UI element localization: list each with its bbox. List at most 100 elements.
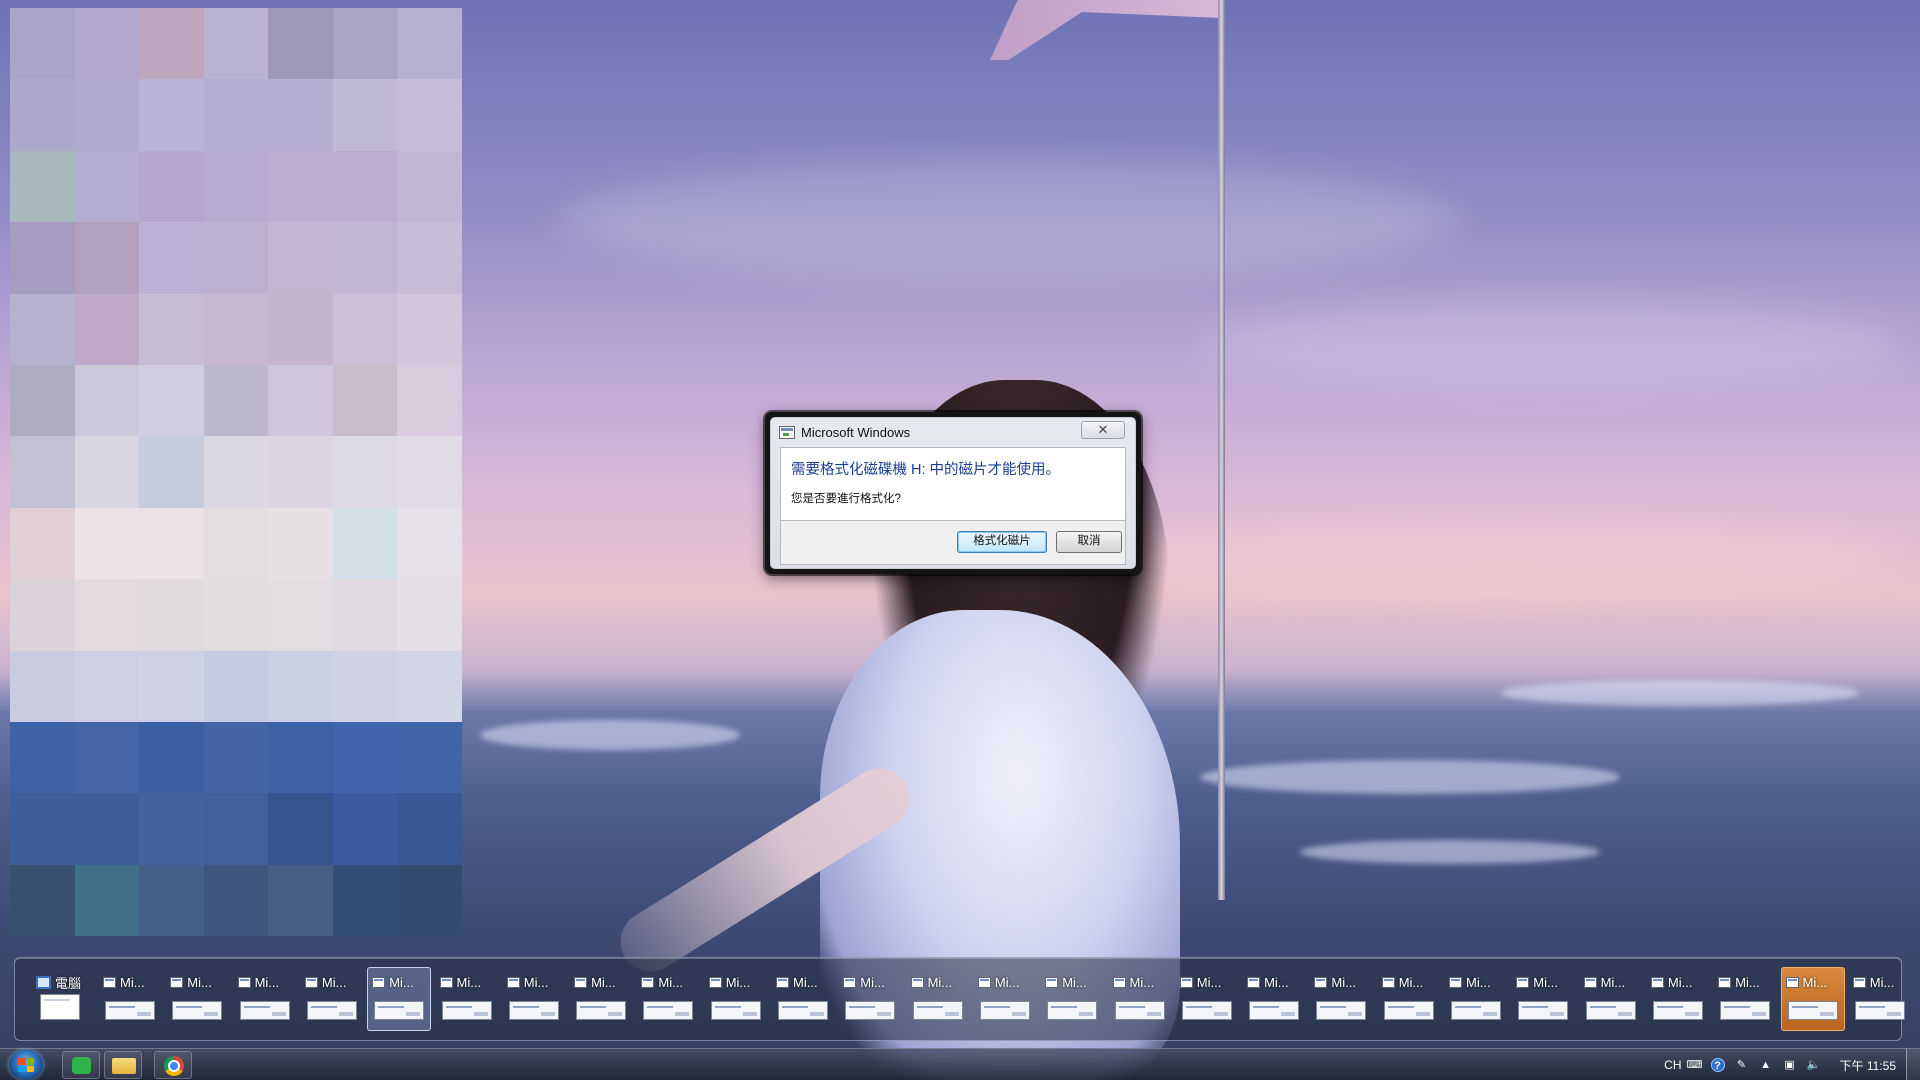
thumbnail-window[interactable]: Mi... xyxy=(1242,967,1306,1031)
language-indicator[interactable]: CH xyxy=(1664,1058,1681,1072)
thumbnail-window[interactable]: Mi... xyxy=(98,967,162,1031)
taskbar-explorer-button[interactable] xyxy=(104,1051,142,1079)
mosaic-tile xyxy=(203,650,269,722)
thumbnail-window[interactable]: Mi... xyxy=(502,967,566,1031)
wallpaper-cloud xyxy=(560,160,1460,280)
window-app-icon xyxy=(304,976,318,988)
mosaic-tile xyxy=(397,650,462,722)
mosaic-tile xyxy=(139,579,204,651)
cancel-button[interactable]: 取消 xyxy=(1056,531,1122,553)
taskbar-thumbnail-strip: 電腦 Mi... Mi... Mi... Mi... Mi... Mi... Mi... Mi… xyxy=(14,957,1905,1041)
mosaic-tile xyxy=(268,864,333,937)
thumbnail-window[interactable]: Mi... xyxy=(1848,967,1912,1031)
thumbnail-window[interactable]: Mi... xyxy=(367,967,432,1031)
thumbnail-window[interactable]: Mi... xyxy=(1579,967,1643,1031)
mosaic-tile xyxy=(332,222,398,294)
window-app-icon xyxy=(1718,976,1732,988)
thumbnail-window[interactable]: Mi... xyxy=(435,967,499,1031)
mosaic-tile xyxy=(74,507,140,580)
window-app-icon xyxy=(170,976,184,988)
mosaic-tile xyxy=(203,293,269,365)
thumbnail-computer[interactable]: 電腦 xyxy=(31,967,95,1031)
thumbnail-preview xyxy=(374,1001,425,1020)
thumbnail-window[interactable]: Mi... xyxy=(1040,967,1104,1031)
thumbnail-label: Mi... xyxy=(187,974,212,990)
thumbnail-preview xyxy=(40,994,80,1020)
thumbnail-window[interactable]: Mi... xyxy=(1444,967,1508,1031)
thumbnail-label: Mi... xyxy=(1735,974,1760,990)
thumbnail-header: Mi... xyxy=(843,974,899,990)
mosaic-tile xyxy=(397,293,462,365)
thumbnail-window[interactable]: Mi... xyxy=(1780,967,1845,1031)
mosaic-tile xyxy=(10,150,75,223)
thumbnail-header: Mi... xyxy=(1650,974,1707,990)
mosaic-tile xyxy=(332,364,398,437)
mosaic-tile xyxy=(10,507,75,580)
thumbnail-preview xyxy=(239,1001,290,1020)
mosaic-tile xyxy=(10,293,75,365)
mosaic-tile xyxy=(397,222,462,294)
thumbnail-preview xyxy=(912,1001,963,1020)
thumbnail-window[interactable]: Mi... xyxy=(165,967,229,1031)
mosaic-tile xyxy=(139,8,204,80)
window-app-icon xyxy=(910,976,924,988)
thumbnail-window[interactable]: Mi... xyxy=(233,967,297,1031)
taskbar-chrome-button[interactable] xyxy=(154,1051,192,1079)
volume-icon[interactable]: 🔈 xyxy=(1807,1058,1821,1072)
mosaic-tile xyxy=(203,579,269,651)
chevron-up-icon[interactable]: ▲ xyxy=(1759,1058,1773,1072)
mosaic-tile xyxy=(268,8,333,80)
format-disk-button[interactable]: 格式化磁片 xyxy=(957,531,1047,553)
help-icon[interactable]: ? xyxy=(1710,1058,1725,1072)
thumbnail-window[interactable]: Mi... xyxy=(973,967,1037,1031)
mosaic-tile xyxy=(139,150,204,223)
thumbnail-window[interactable]: Mi... xyxy=(906,967,970,1031)
window-app-icon xyxy=(1852,976,1866,988)
taskbar-line-button[interactable] xyxy=(62,1051,100,1079)
thumbnail-window[interactable]: Mi... xyxy=(1646,967,1710,1031)
thumbnail-window[interactable]: Mi... xyxy=(1175,967,1239,1031)
thumbnail-label: Mi... xyxy=(1600,974,1626,990)
mosaic-tile xyxy=(332,650,398,722)
thumbnail-window[interactable]: Mi... xyxy=(1713,967,1777,1031)
thumbnail-label: Mi... xyxy=(1331,974,1356,990)
mosaic-tile xyxy=(268,293,333,365)
thumbnail-window[interactable]: Mi... xyxy=(636,967,700,1031)
mosaic-tile xyxy=(203,436,269,508)
thumbnail-window[interactable]: Mi... xyxy=(1309,967,1373,1031)
mosaic-tile xyxy=(268,436,333,508)
mosaic-tile xyxy=(268,79,333,151)
window-app-icon xyxy=(843,976,857,988)
window-app-icon xyxy=(1785,976,1799,988)
window-app-icon xyxy=(1247,976,1261,988)
thumbnail-label: Mi... xyxy=(725,974,751,990)
dialog-question: 您是否要進行格式化? xyxy=(791,493,901,505)
pen-icon[interactable]: ✎ xyxy=(1735,1058,1749,1072)
thumbnail-preview xyxy=(1383,1001,1434,1020)
show-desktop-button[interactable] xyxy=(1906,1049,1920,1080)
mosaic-tile xyxy=(10,650,75,722)
thumbnail-label: Mi... xyxy=(1667,974,1693,990)
thumbnail-header: Mi... xyxy=(1247,974,1303,990)
thumbnail-window[interactable]: Mi... xyxy=(1511,967,1575,1031)
thumbnail-header: Mi... xyxy=(574,974,630,990)
thumbnail-header: Mi... xyxy=(103,974,159,990)
keyboard-icon[interactable]: ⌨ xyxy=(1687,1058,1703,1072)
start-button[interactable] xyxy=(9,1050,43,1080)
thumbnail-window[interactable]: Mi... xyxy=(569,967,633,1031)
network-icon[interactable]: ▣ xyxy=(1783,1058,1797,1072)
thumbnail-window[interactable]: Mi... xyxy=(704,967,768,1031)
thumbnail-window[interactable]: Mi... xyxy=(1108,967,1172,1031)
thumbnail-window[interactable]: Mi... xyxy=(771,967,835,1031)
thumbnail-preview xyxy=(710,1001,761,1020)
clock[interactable]: 下午 11:55 xyxy=(1840,1057,1896,1074)
thumbnail-window[interactable]: Mi... xyxy=(1377,967,1441,1031)
thumbnail-preview xyxy=(1854,1001,1905,1020)
thumbnail-window[interactable]: Mi... xyxy=(300,967,364,1031)
mosaic-tile xyxy=(332,8,398,80)
thumbnail-window[interactable]: Mi... xyxy=(838,967,902,1031)
close-button[interactable]: ✕ xyxy=(1081,421,1125,439)
window-app-icon xyxy=(1314,976,1328,988)
wallpaper-snow xyxy=(1500,680,1860,706)
thumbnail-label: Mi... xyxy=(1129,974,1155,990)
